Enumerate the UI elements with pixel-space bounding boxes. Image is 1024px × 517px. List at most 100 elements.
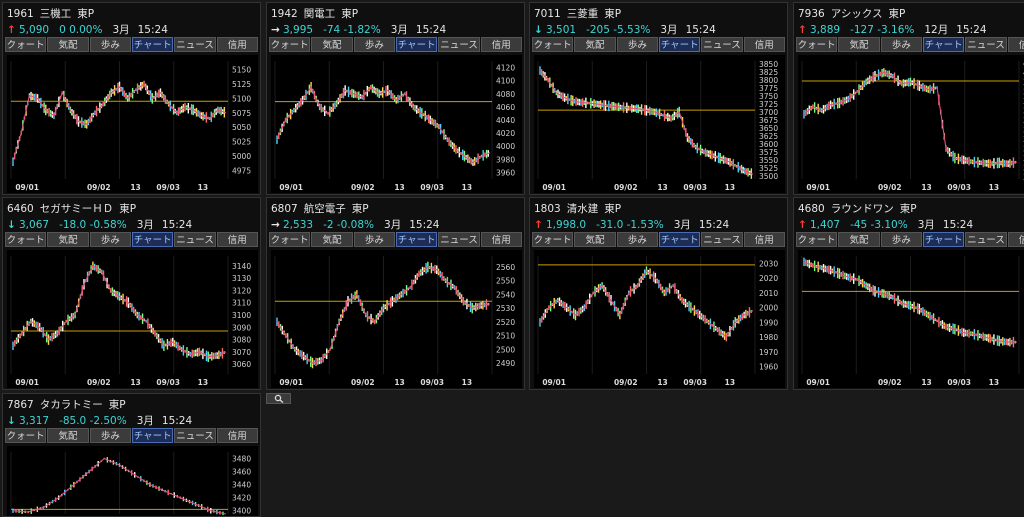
chart-svg: 09/01 09/02 13 09/03 13 <box>801 256 1020 387</box>
tab-4[interactable]: ニュース <box>965 232 1007 247</box>
last-price: 2,533 <box>283 219 314 231</box>
tab-2[interactable]: 歩み <box>880 232 922 247</box>
x-tick-label: 13 <box>198 183 208 192</box>
y-tick-label: 3100 <box>232 311 251 320</box>
tab-bar: クォート気配歩みチャートニュース信用 <box>5 37 258 52</box>
price-chart: 5150 5125 5100 5075 5050 5025 5000 4975 09/01 09/… <box>7 55 258 193</box>
tab-4[interactable]: ニュース <box>701 37 743 52</box>
tab-2[interactable]: 歩み <box>353 37 395 52</box>
tab-4[interactable]: ニュース <box>438 232 480 247</box>
trend-arrow-icon: ↓ <box>7 219 16 231</box>
tab-3[interactable]: チャート <box>395 37 438 52</box>
tab-0[interactable]: クォート <box>532 232 574 247</box>
x-tick-label: 13 <box>921 378 931 387</box>
tab-bar: クォート気配歩みチャートニュース信用 <box>796 232 1024 247</box>
market-label: 東P <box>119 203 137 215</box>
y-tick-label: 2020 <box>759 274 778 283</box>
stock-name: セガサミーＨＤ <box>39 203 114 215</box>
tab-3[interactable]: チャート <box>658 37 701 52</box>
tab-5[interactable]: 信用 <box>1007 37 1024 52</box>
tab-4[interactable]: ニュース <box>701 232 743 247</box>
tab-3[interactable]: チャート <box>131 232 174 247</box>
tab-5[interactable]: 信用 <box>480 232 522 247</box>
stock-name: 清水建 <box>566 203 599 215</box>
tab-4[interactable]: ニュース <box>174 428 216 443</box>
x-tick-label: 13 <box>657 183 667 192</box>
header-row: 7011 三菱重 東P <box>534 6 627 21</box>
tab-4[interactable]: ニュース <box>174 232 216 247</box>
price-row: ↑ 1,998.0 -31.0 -1.53% 3月 15:24 <box>534 217 737 232</box>
tab-0[interactable]: クォート <box>5 37 47 52</box>
y-tick-label: 5150 <box>232 66 251 75</box>
tab-0[interactable]: クォート <box>796 37 838 52</box>
price-row: → 3,995 -74 -1.82% 3月 15:24 <box>271 22 454 37</box>
tab-5[interactable]: 信用 <box>216 232 258 247</box>
tab-5[interactable]: 信用 <box>216 428 258 443</box>
x-tick-label: 13 <box>394 183 404 192</box>
tab-2[interactable]: 歩み <box>616 37 658 52</box>
tab-1[interactable]: 気配 <box>574 37 616 52</box>
x-tick-label: 09/03 <box>683 183 707 192</box>
tab-3[interactable]: チャート <box>922 37 965 52</box>
update-time: 15:24 <box>698 219 730 231</box>
tab-2[interactable]: 歩み <box>353 232 395 247</box>
stock-code: 1942 <box>271 8 298 20</box>
tab-1[interactable]: 気配 <box>311 232 353 247</box>
y-tick-label: 5100 <box>232 94 251 103</box>
tab-1[interactable]: 気配 <box>47 428 89 443</box>
tab-5[interactable]: 信用 <box>1007 232 1024 247</box>
tab-5[interactable]: 信用 <box>480 37 522 52</box>
tab-1[interactable]: 気配 <box>47 37 89 52</box>
tab-0[interactable]: クォート <box>5 232 47 247</box>
y-tick-label: 3110 <box>232 299 251 308</box>
header-row: 7867 タカラトミー 東P <box>7 397 132 412</box>
tab-1[interactable]: 気配 <box>838 37 880 52</box>
tab-bar: クォート気配歩みチャートニュース信用 <box>269 232 522 247</box>
y-tick-label: 4120 <box>496 64 515 73</box>
tab-1[interactable]: 気配 <box>574 232 616 247</box>
header-row: 7936 アシックス 東P <box>798 6 911 21</box>
tab-5[interactable]: 信用 <box>743 232 785 247</box>
tab-3[interactable]: チャート <box>395 232 438 247</box>
tab-0[interactable]: クォート <box>796 232 838 247</box>
tab-4[interactable]: ニュース <box>438 37 480 52</box>
x-tick-label: 09/01 <box>542 183 566 192</box>
last-price: 1,407 <box>810 219 841 231</box>
tab-4[interactable]: ニュース <box>965 37 1007 52</box>
tab-0[interactable]: クォート <box>532 37 574 52</box>
x-tick-label: 09/01 <box>15 378 39 387</box>
header-row: 1942 関電工 東P <box>271 6 364 21</box>
last-price: 5,090 <box>19 24 50 36</box>
tab-1[interactable]: 気配 <box>47 232 89 247</box>
price-change: -205 -5.53% <box>586 24 651 36</box>
tab-2[interactable]: 歩み <box>89 428 131 443</box>
search-button[interactable] <box>266 393 291 404</box>
tab-5[interactable]: 信用 <box>743 37 785 52</box>
price-chart: 2030 2020 2010 2000 1990 1980 1970 1960 09/01 09/… <box>534 250 785 388</box>
trend-arrow-icon: ↑ <box>798 219 807 231</box>
y-tick-label: 2550 <box>496 277 515 286</box>
tab-2[interactable]: 歩み <box>616 232 658 247</box>
tab-5[interactable]: 信用 <box>216 37 258 52</box>
tab-3[interactable]: チャート <box>658 232 701 247</box>
trend-arrow-icon: ↑ <box>534 219 543 231</box>
y-tick-label: 4080 <box>496 90 515 99</box>
stock-code: 1961 <box>7 8 34 20</box>
tab-1[interactable]: 気配 <box>311 37 353 52</box>
tab-3[interactable]: チャート <box>922 232 965 247</box>
x-tick-label: 09/02 <box>351 183 375 192</box>
tab-3[interactable]: チャート <box>131 428 174 443</box>
tab-3[interactable]: チャート <box>131 37 174 52</box>
tab-4[interactable]: ニュース <box>174 37 216 52</box>
tab-0[interactable]: クォート <box>269 232 311 247</box>
tab-2[interactable]: 歩み <box>880 37 922 52</box>
stock-code: 7936 <box>798 8 825 20</box>
price-row: ↑ 3,889 -127 -3.16% 12月 15:24 <box>798 22 995 37</box>
tab-0[interactable]: クォート <box>269 37 311 52</box>
y-tick-label: 2520 <box>496 318 515 327</box>
tab-2[interactable]: 歩み <box>89 37 131 52</box>
x-tick-label: 09/01 <box>15 183 39 192</box>
tab-1[interactable]: 気配 <box>838 232 880 247</box>
tab-2[interactable]: 歩み <box>89 232 131 247</box>
tab-0[interactable]: クォート <box>5 428 47 443</box>
